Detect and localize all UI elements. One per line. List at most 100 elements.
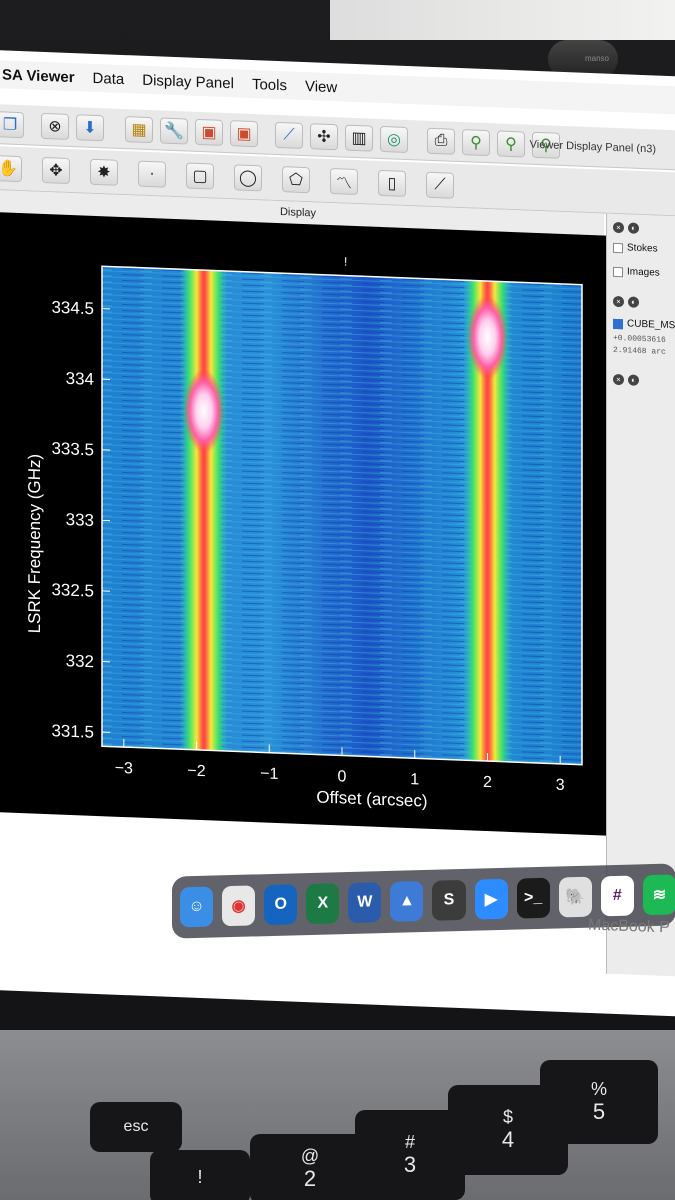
stokes-header: × ◐ [613,221,639,234]
side-panel: × ◐ Stokes Images × ◐ CUBE_MS +0.0005361… [606,213,675,978]
chrome-icon[interactable]: ◉ [222,885,256,927]
key-1: ! [150,1150,250,1200]
y-tick-label: 332 [66,651,94,671]
evernote-icon[interactable]: 🐘 [558,876,592,918]
keyboard: esc #3 $4 % 5 @2 ! [0,1030,675,1200]
key-5-bottom: 5 [592,1098,606,1124]
open-data-icon[interactable]: ▦ [125,115,153,143]
crosshair-icon[interactable]: ✸ [90,158,118,186]
cube-checkbox[interactable] [613,318,623,329]
key-4-top: $ [502,1107,513,1127]
images-label: Images [627,266,660,279]
images-checkbox[interactable] [613,266,623,277]
y-axis-label: LSRK Frequency (GHz) [25,454,44,634]
close-panel-icon[interactable]: × [613,373,624,386]
zoom-out-icon[interactable]: ⚲ [497,129,525,157]
menu-view[interactable]: View [305,78,337,96]
image-icon[interactable]: ▣ [195,118,223,146]
ruler-icon[interactable]: ▯ [378,169,406,197]
webcam-cover-label: manso [584,54,609,63]
key-5-top: % [590,1079,607,1099]
word-icon[interactable]: W [348,882,382,923]
zoom-in-icon[interactable]: ⚲ [462,128,490,156]
x-axis-label: Offset (arcsec) [316,787,427,810]
menu-display-panel[interactable]: Display Panel [142,71,234,92]
x-tick-label: 0 [338,768,347,785]
slack-icon[interactable]: # [600,875,634,917]
x-tick-label: 1 [410,771,419,788]
close-panel-icon[interactable]: × [613,221,624,234]
sublime-icon[interactable]: S [432,879,466,921]
ellipse-region-icon[interactable]: ◯ [234,163,262,191]
x-tick-label: −1 [260,765,278,783]
shrink-icon[interactable]: ✣ [310,122,338,150]
third-header: × ◐ [613,373,639,386]
print-icon[interactable]: ⎙ [427,127,455,155]
plot-area [102,266,582,765]
x-tick-label: 3 [556,777,565,794]
polyline-icon[interactable]: 〽 [330,167,358,195]
options-icon[interactable]: 🔧 [160,116,188,145]
emission-streak-1 [179,269,228,752]
close-icon[interactable]: ⊗ [41,112,69,140]
cube-value-1: +0.00053616 [613,333,666,345]
stokes-row[interactable]: Stokes [613,242,658,255]
save-icon[interactable]: ⬇ [76,113,104,141]
cube-value-2: 2.91468 arc [613,345,666,357]
pan-hand-icon[interactable]: ✋ [0,154,22,182]
key-esc: esc [90,1102,182,1152]
y-tick-label: 333.5 [51,439,94,460]
zoom-icon[interactable]: ▶ [474,878,508,920]
cube-row[interactable]: CUBE_MS [613,318,675,331]
fit-icon[interactable]: ◎ [380,125,408,153]
rect-region-icon[interactable]: ▢ [186,161,214,190]
terminal-icon[interactable]: >_ [516,877,550,919]
float-panel-icon[interactable]: ◐ [628,296,639,308]
key-2-top: @ [300,1146,320,1166]
key-2-bottom: 2 [303,1165,317,1191]
image-2-icon[interactable]: ▣ [230,119,258,147]
menu-data[interactable]: Data [93,69,125,87]
menu-tools[interactable]: Tools [252,75,287,93]
key-3-bottom: 3 [403,1151,417,1177]
float-panel-icon[interactable]: ◐ [628,374,639,386]
new-panel-icon[interactable]: ❐ [0,110,24,138]
float-panel-icon[interactable]: ◐ [628,222,639,234]
finder-icon[interactable]: ☺ [180,886,214,928]
point-icon[interactable]: · [138,160,166,188]
background-wall [330,0,675,40]
key-3-top: # [404,1132,415,1152]
x-tick-label: 2 [483,774,492,791]
close-panel-icon[interactable]: × [613,295,624,308]
pv-plot[interactable]: −3 −2 −1 0 1 2 3334.5334333.5333332.5332331.5 … [0,212,626,836]
key-5: % 5 [540,1060,658,1144]
key-2: @2 [250,1134,370,1200]
key-1-top: ! [197,1166,203,1187]
images-row[interactable]: Images [613,266,660,279]
outlook-icon[interactable]: O [264,884,298,926]
stokes-checkbox[interactable] [613,242,623,253]
cube-header: × ◐ [613,295,639,308]
display-canvas[interactable]: −3 −2 −1 0 1 2 3 334.5 334 333.5 333 332.5 332 331.5 … [0,212,626,837]
y-tick-label: 333 [66,510,94,530]
position-velocity-icon[interactable]: ⟋ [426,171,454,199]
histogram-icon[interactable]: ▥ [345,124,373,152]
poly-region-icon[interactable]: ⬠ [282,165,310,193]
y-tick-label: 334.5 [51,298,94,319]
stokes-label: Stokes [627,242,658,255]
top-marker: ! [344,255,347,269]
key-4-bottom: 4 [501,1126,515,1152]
cube-label: CUBE_MS [627,318,675,332]
x-tick-label: −2 [187,763,205,781]
y-tick-label: 334 [66,369,94,389]
excel-icon[interactable]: X [306,883,340,925]
y-tick-label: 332.5 [51,580,94,601]
macbook-label: MacBook P [587,916,671,937]
x-tick-label: −3 [115,760,133,778]
app-menu[interactable]: SA Viewer [2,66,75,86]
move-icon[interactable]: ✥ [42,156,70,184]
keynote-icon[interactable]: ▲ [390,881,424,922]
spotify-icon[interactable]: ≋ [642,874,675,916]
spectrum-icon[interactable]: ⟋ [275,121,303,149]
y-tick-label: 331.5 [51,721,94,742]
